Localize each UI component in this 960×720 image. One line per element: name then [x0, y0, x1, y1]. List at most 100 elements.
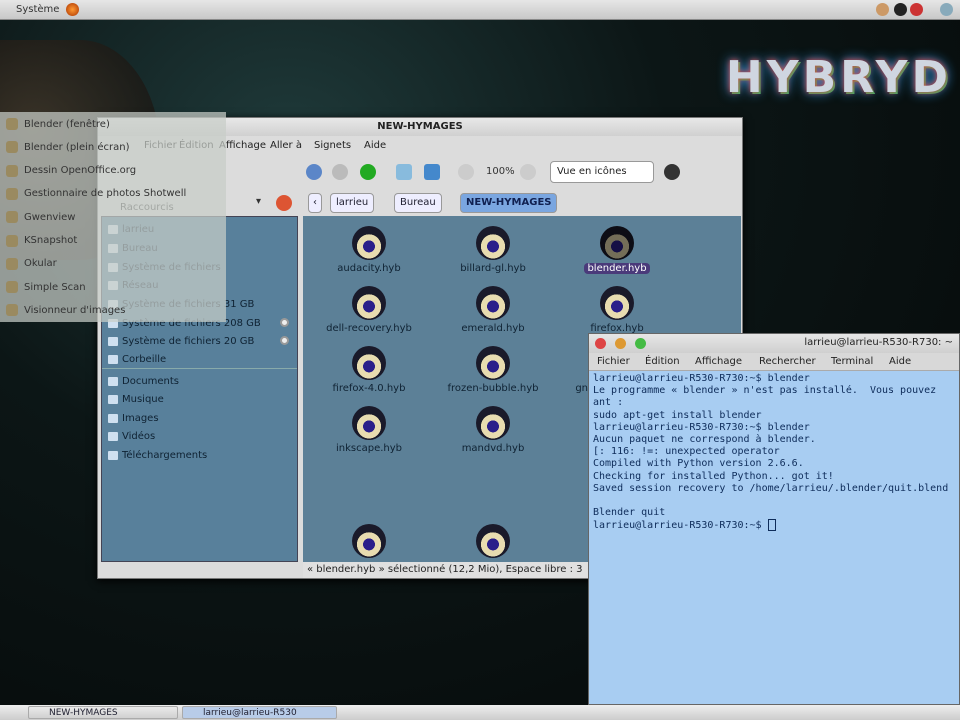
file-item[interactable]: blender.hyb [557, 226, 677, 274]
terminal-output[interactable]: larrieu@larrieu-R530-R730:~$ blender Le … [593, 373, 948, 533]
menu-aide[interactable]: Aide [364, 140, 386, 151]
file-item[interactable]: firefox.hyb [557, 286, 677, 334]
eject-icon[interactable] [280, 336, 289, 345]
menu-fichier[interactable]: Fichier [597, 356, 630, 367]
file-item[interactable] [433, 524, 553, 561]
menu-edition[interactable]: Édition [179, 140, 214, 151]
home-folder-icon[interactable] [396, 164, 412, 180]
location-bar: Raccourcis ▾ ‹ larrieu Bureau NEW-HYMAGE… [98, 188, 742, 216]
launcher-menu-item[interactable]: Dessin OpenOffice.org [6, 164, 136, 177]
firefox-icon[interactable] [66, 3, 79, 16]
sidebar-item-label: Documents [122, 375, 180, 387]
top-panel: Système [0, 0, 960, 20]
sidebar-item[interactable]: Bureau [108, 240, 158, 256]
sidebar-header[interactable]: Raccourcis [120, 202, 174, 213]
launcher-menu-item[interactable]: Simple Scan [6, 281, 86, 294]
file-label: blender.hyb [584, 263, 650, 274]
menu-item-label: Simple Scan [24, 281, 86, 293]
menu-terminal[interactable]: Terminal [831, 356, 873, 367]
sidebar-item[interactable]: Documents [108, 373, 179, 389]
file-item[interactable]: frozen-bubble.hyb [433, 346, 553, 394]
chevron-down-icon[interactable]: ▾ [256, 196, 261, 207]
sidebar-item[interactable]: larrieu [108, 221, 154, 237]
sidebar-item[interactable]: Système de fichiers [108, 259, 221, 275]
reload-icon[interactable] [360, 164, 376, 180]
update-icon[interactable] [910, 3, 923, 16]
volume-icon[interactable] [894, 3, 907, 16]
app-icon [6, 234, 18, 247]
sidebar-item[interactable]: Corbeille [108, 351, 166, 367]
app-icon [6, 118, 18, 130]
search-binoculars-icon[interactable] [664, 164, 680, 180]
sidebar-item[interactable]: Images [108, 410, 159, 426]
launcher-menu-item[interactable]: KSnapshot [6, 234, 78, 247]
minimize-button[interactable] [615, 338, 626, 349]
system-menu[interactable]: Système [16, 4, 59, 15]
menu-affichage[interactable]: Affichage [695, 356, 742, 367]
eject-icon[interactable] [280, 318, 289, 327]
launcher-menu-item[interactable]: Visionneur d'images [6, 304, 126, 317]
sidebar-item-label: larrieu [122, 223, 155, 235]
file-item[interactable]: mandvd.hyb [433, 406, 553, 454]
menu-item-label: Okular [24, 258, 57, 270]
sidebar-item[interactable]: Téléchargements [108, 447, 207, 463]
sidebar-item[interactable]: Système de fichiers 208 GB [108, 315, 261, 331]
network-icon[interactable] [876, 3, 889, 16]
menu-aide[interactable]: Aide [889, 356, 911, 367]
menu-signets[interactable]: Signets [314, 140, 351, 151]
stop-icon[interactable] [332, 164, 348, 180]
crumb-new-hymages[interactable]: NEW-HYMAGES [460, 193, 558, 213]
crumb-bureau[interactable]: Bureau [394, 193, 442, 213]
file-item[interactable]: dell-recovery.hyb [309, 286, 429, 334]
launcher-menu-item[interactable]: Blender (plein écran) [6, 141, 130, 154]
menu-item-label: KSnapshot [24, 235, 78, 246]
task-file-manager[interactable]: NEW-HYMAGES [28, 706, 178, 719]
folder-icon [108, 376, 118, 386]
app-icon [6, 187, 18, 200]
launcher-menu-item[interactable]: Blender (fenêtre) [6, 118, 110, 130]
sidebar-item[interactable]: Système de fichiers 31 GB [108, 296, 254, 312]
task-terminal[interactable]: larrieu@larrieu-R530 [182, 706, 337, 719]
crumb-larrieu[interactable]: larrieu [330, 193, 375, 213]
zoom-level: 100% [486, 166, 515, 177]
app-icon [6, 141, 18, 154]
zoom-out-icon[interactable] [458, 164, 474, 180]
penguin-file-icon [476, 406, 510, 440]
home-icon[interactable] [306, 164, 322, 180]
power-icon[interactable] [940, 3, 953, 16]
file-item[interactable]: emerald.hyb [433, 286, 553, 334]
launcher-menu-item[interactable]: Gwenview [6, 211, 75, 224]
folder-icon [108, 413, 118, 423]
maximize-button[interactable] [635, 338, 646, 349]
sidebar-item[interactable]: Vidéos [108, 428, 155, 444]
sidebar-item[interactable]: Musique [108, 391, 164, 407]
menu-aller[interactable]: Aller à [270, 140, 302, 151]
penguin-file-icon [476, 524, 510, 558]
sidebar-item[interactable]: Système de fichiers 20 GB [108, 333, 254, 349]
file-item[interactable]: inkscape.hyb [309, 406, 429, 454]
launcher-menu-item[interactable]: Okular [6, 257, 57, 270]
file-item[interactable]: billard-gl.hyb [433, 226, 553, 274]
divider [102, 368, 297, 369]
computer-icon[interactable] [424, 164, 440, 180]
menu-edition[interactable]: Édition [645, 356, 680, 367]
menu-fichier[interactable]: Fichier [144, 140, 177, 151]
file-item[interactable] [309, 524, 429, 561]
close-sidebar-icon[interactable] [276, 195, 292, 211]
view-mode-select[interactable]: Vue en icônes [550, 161, 654, 183]
app-icon [6, 304, 18, 317]
zoom-in-icon[interactable] [520, 164, 536, 180]
penguin-file-icon [476, 286, 510, 320]
back-arrow-icon[interactable]: ‹ [308, 193, 322, 213]
drive-icon [108, 224, 118, 234]
taskbar: NEW-HYMAGES larrieu@larrieu-R530 [0, 705, 960, 720]
menu-item-label: Visionneur d'images [24, 304, 126, 316]
menu-rechercher[interactable]: Rechercher [759, 356, 816, 367]
launcher-menu-item[interactable]: Gestionnaire de photos Shotwell [6, 187, 186, 200]
file-item[interactable]: firefox-4.0.hyb [309, 346, 429, 394]
sidebar-item[interactable]: Réseau [108, 277, 158, 293]
file-item[interactable]: audacity.hyb [309, 226, 429, 274]
menu-affichage[interactable]: Affichage [219, 140, 266, 151]
menu-item-label: Blender (plein écran) [24, 141, 130, 153]
close-button[interactable] [595, 338, 606, 349]
